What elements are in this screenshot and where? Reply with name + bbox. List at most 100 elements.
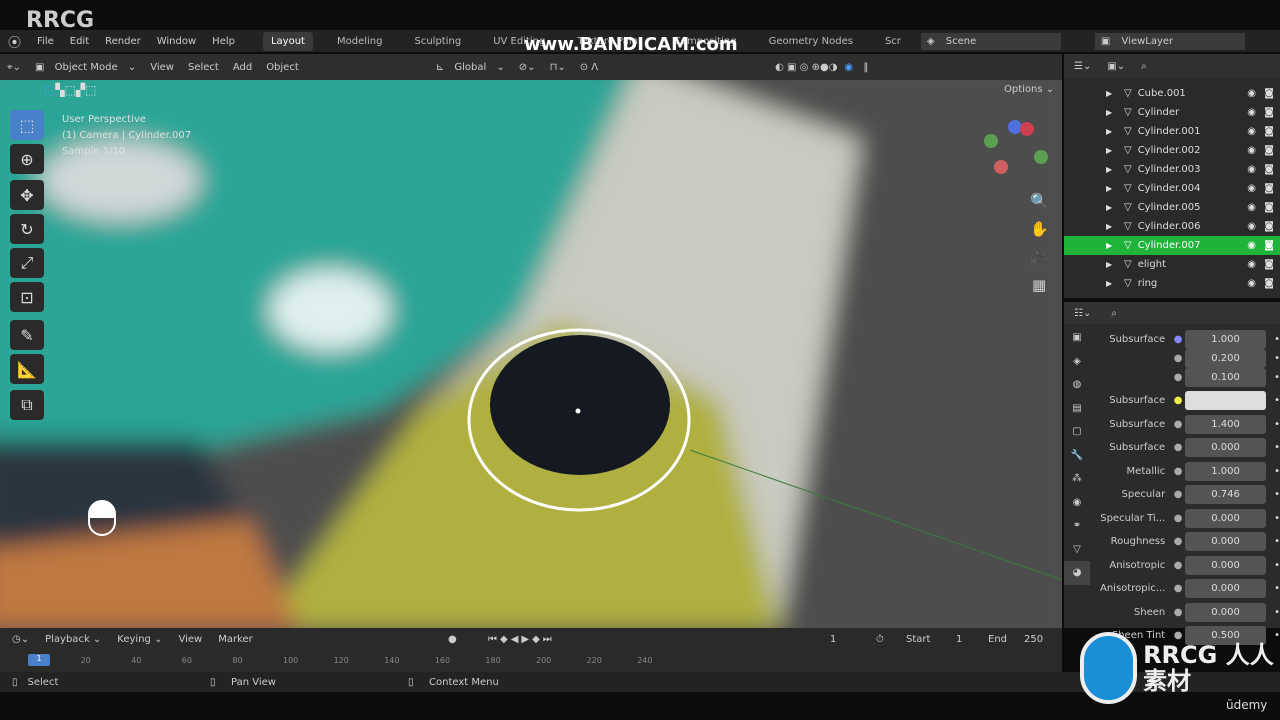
cursor-tool[interactable]: ⊕: [10, 144, 44, 174]
snap-icon[interactable]: ⊓⌄: [550, 62, 566, 73]
socket-icon[interactable]: ●: [1171, 489, 1185, 500]
outliner-item[interactable]: ▶ ▽ Cube.001 ◉ ◙: [1064, 84, 1280, 103]
eye-icon[interactable]: ◉: [1247, 164, 1256, 175]
property-value[interactable]: 0.000: [1185, 509, 1267, 528]
camera-icon[interactable]: ◙: [1264, 240, 1274, 251]
collection-tab-icon[interactable]: ▤: [1064, 397, 1090, 421]
expand-arrow-icon[interactable]: ▶: [1106, 203, 1112, 212]
socket-icon[interactable]: ●: [1171, 442, 1185, 453]
pivot-icon[interactable]: ⊘⌄: [519, 62, 536, 73]
editor-type-icon[interactable]: ◷⌄: [12, 634, 29, 645]
end-frame[interactable]: 250: [1024, 634, 1043, 645]
keyframe-dot-icon[interactable]: •: [1274, 536, 1280, 547]
property-value[interactable]: 0.100: [1185, 368, 1267, 387]
eye-icon[interactable]: ◉: [1247, 126, 1256, 137]
outliner-item[interactable]: ▶ ▽ Cylinder.001 ◉ ◙: [1064, 122, 1280, 141]
camera-icon[interactable]: ◙: [1264, 145, 1274, 156]
menu-window[interactable]: Window: [157, 36, 196, 47]
menu-add[interactable]: Add: [233, 62, 252, 73]
current-frame[interactable]: 1: [830, 634, 836, 645]
world-tab-icon[interactable]: ◍: [1064, 373, 1090, 397]
camera-icon[interactable]: ◙: [1264, 88, 1274, 99]
socket-icon[interactable]: ●: [1171, 513, 1185, 524]
socket-icon[interactable]: ●: [1171, 419, 1185, 430]
outliner-item[interactable]: ▶ ▽ Cylinder.004 ◉ ◙: [1064, 179, 1280, 198]
blender-logo-icon[interactable]: ⦿: [8, 32, 21, 51]
zoom-icon[interactable]: 🔍: [1030, 192, 1049, 210]
select-mode-icons[interactable]: ⬚▚⬚▞⬚: [44, 83, 96, 97]
eye-icon[interactable]: ◉: [1247, 202, 1256, 213]
expand-arrow-icon[interactable]: ▶: [1106, 241, 1112, 250]
data-tab-icon[interactable]: ▽: [1064, 538, 1090, 562]
keyframe-dot-icon[interactable]: •: [1274, 334, 1280, 345]
editor-type-icon[interactable]: ☷⌄: [1074, 308, 1091, 319]
keyframe-dot-icon[interactable]: •: [1274, 372, 1280, 383]
outliner-item[interactable]: ▶ ▽ elight ◉ ◙: [1064, 255, 1280, 274]
camera-view-icon[interactable]: 🎥: [1030, 248, 1049, 266]
move-tool[interactable]: ✥: [10, 180, 44, 210]
keyframe-dot-icon[interactable]: •: [1274, 560, 1280, 571]
outliner-item[interactable]: ▶ ▽ ring ◉ ◙: [1064, 274, 1280, 293]
camera-icon[interactable]: ◙: [1264, 221, 1274, 232]
eye-icon[interactable]: ◉: [1247, 183, 1256, 194]
rotate-tool[interactable]: ↻: [10, 214, 44, 244]
outliner-item[interactable]: ▶ ▽ Cylinder ◉ ◙: [1064, 103, 1280, 122]
search-icon[interactable]: ⌕: [1111, 308, 1117, 319]
camera-icon[interactable]: ◙: [1264, 202, 1274, 213]
add-cube-tool[interactable]: ⧉: [10, 390, 44, 420]
view-layer-selector[interactable]: ▣ ViewLayer: [1094, 32, 1245, 50]
constraints-tab-icon[interactable]: ⚭: [1064, 514, 1090, 538]
modifier-tab-icon[interactable]: 🔧: [1064, 444, 1090, 468]
expand-arrow-icon[interactable]: ▶: [1106, 279, 1112, 288]
socket-icon[interactable]: ●: [1171, 334, 1185, 345]
property-value[interactable]: 0.000: [1185, 579, 1267, 598]
outliner-item[interactable]: ▶ ▽ Cylinder.003 ◉ ◙: [1064, 160, 1280, 179]
socket-icon[interactable]: ●: [1171, 372, 1185, 383]
timeline-ruler[interactable]: 1 20 40 60 80 100 120 140 160 180 200 220 240: [0, 650, 1062, 672]
expand-arrow-icon[interactable]: ▶: [1106, 127, 1112, 136]
eye-icon[interactable]: ◉: [1247, 259, 1256, 270]
shading-mode-icons[interactable]: ◐ ▣ ◎ ⊕●◑ ◉ ‖: [775, 62, 868, 73]
property-value[interactable]: [1185, 391, 1267, 410]
search-icon[interactable]: ⌕: [1141, 61, 1147, 72]
keyframe-dot-icon[interactable]: •: [1274, 419, 1280, 430]
proportional-edit-icon[interactable]: ⊙ Λ: [580, 62, 598, 73]
keyframe-dot-icon[interactable]: •: [1274, 353, 1280, 364]
tab-modeling[interactable]: Modeling: [329, 32, 391, 51]
menu-help[interactable]: Help: [212, 36, 235, 47]
socket-icon[interactable]: ●: [1171, 607, 1185, 618]
keyframe-dot-icon[interactable]: •: [1274, 607, 1280, 618]
measure-tool[interactable]: 📐: [10, 354, 44, 384]
menu-keying[interactable]: Keying ⌄: [117, 634, 162, 645]
object-mode-dropdown[interactable]: ▣ Object Mode ⌄: [35, 62, 136, 73]
property-value[interactable]: 0.000: [1185, 603, 1267, 622]
property-value[interactable]: 0.746: [1185, 485, 1267, 504]
socket-icon[interactable]: ●: [1171, 560, 1185, 571]
display-mode-icon[interactable]: ☰⌄: [1074, 61, 1091, 72]
menu-render[interactable]: Render: [105, 36, 141, 47]
menu-playback[interactable]: Playback ⌄: [45, 634, 101, 645]
scale-tool[interactable]: ⤢: [10, 248, 44, 278]
outliner-item[interactable]: ▶ ▽ Cylinder.002 ◉ ◙: [1064, 141, 1280, 160]
stopwatch-icon[interactable]: ⏱: [876, 634, 884, 645]
eye-icon[interactable]: ◉: [1247, 221, 1256, 232]
menu-file[interactable]: File: [37, 36, 54, 47]
scene-selector[interactable]: ◈ Scene: [920, 32, 1061, 50]
keyframe-dot-icon[interactable]: •: [1274, 395, 1280, 406]
eye-icon[interactable]: ◉: [1247, 145, 1256, 156]
physics-tab-icon[interactable]: ◉: [1064, 491, 1090, 515]
outliner-item[interactable]: ▶ ▽ Cylinder.006 ◉ ◙: [1064, 217, 1280, 236]
property-value[interactable]: 0.200: [1185, 349, 1267, 368]
particles-tab-icon[interactable]: ⁂: [1064, 467, 1090, 491]
socket-icon[interactable]: ●: [1171, 466, 1185, 477]
camera-icon[interactable]: ◙: [1264, 164, 1274, 175]
start-frame[interactable]: 1: [956, 634, 962, 645]
expand-arrow-icon[interactable]: ▶: [1106, 146, 1112, 155]
tab-geometry-nodes[interactable]: Geometry Nodes: [761, 32, 861, 51]
scene-tab-icon[interactable]: ◈: [1064, 350, 1090, 374]
property-value[interactable]: 1.000: [1185, 330, 1267, 349]
menu-select[interactable]: Select: [188, 62, 219, 73]
expand-arrow-icon[interactable]: ▶: [1106, 165, 1112, 174]
object-tab-icon[interactable]: ▢: [1064, 420, 1090, 444]
expand-arrow-icon[interactable]: ▶: [1106, 89, 1112, 98]
